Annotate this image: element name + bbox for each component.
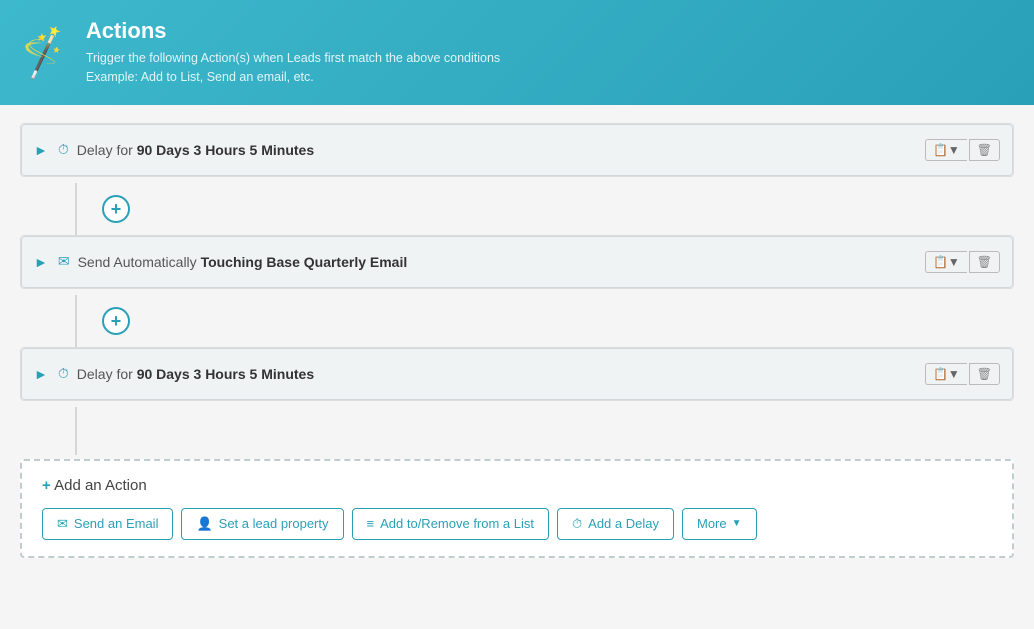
- delete-button-1[interactable]: 🗑: [969, 139, 1000, 161]
- header-description: Trigger the following Action(s) when Lea…: [86, 49, 500, 87]
- wand-icon: 🪄: [13, 22, 76, 83]
- row-actions-3: 📋▼ 🗑: [925, 363, 1000, 385]
- chevron-icon-3[interactable]: ►: [34, 366, 48, 382]
- list-btn-icon: ≡: [367, 516, 375, 531]
- row-actions-1: 📋▼ 🗑: [925, 139, 1000, 161]
- action-row-2: ► ✉ Send Automatically Touching Base Qua…: [21, 236, 1013, 288]
- person-btn-icon: 👤: [196, 516, 212, 532]
- add-action-title: + Add an Action: [42, 477, 992, 494]
- row-actions-2: 📋▼ 🗑: [925, 251, 1000, 273]
- copy-button-1[interactable]: 📋▼: [925, 139, 967, 161]
- action-block-1: ► ⏱ Delay for 90 Days 3 Hours 5 Minutes …: [20, 123, 1014, 177]
- add-delay-button[interactable]: ⏱ Add a Delay: [557, 508, 674, 540]
- more-dropdown-icon: ▼: [732, 518, 742, 529]
- chevron-icon-2[interactable]: ►: [34, 254, 48, 270]
- vertical-line: [20, 407, 1014, 455]
- plus-connector-2: +: [20, 295, 1014, 347]
- main-content: ► ⏱ Delay for 90 Days 3 Hours 5 Minutes …: [0, 105, 1034, 576]
- more-button[interactable]: More ▼: [682, 508, 757, 540]
- plus-connector-1: +: [20, 183, 1014, 235]
- email-icon-2: ✉: [58, 253, 70, 270]
- delete-button-3[interactable]: 🗑: [969, 363, 1000, 385]
- chevron-icon-1[interactable]: ►: [34, 142, 48, 158]
- action-text-3: Delay for 90 Days 3 Hours 5 Minutes: [77, 366, 925, 382]
- delay-btn-icon: ⏱: [572, 516, 582, 532]
- copy-button-3[interactable]: 📋▼: [925, 363, 967, 385]
- action-block-2: ► ✉ Send Automatically Touching Base Qua…: [20, 235, 1014, 289]
- add-step-button-2[interactable]: +: [102, 307, 130, 335]
- set-lead-property-button[interactable]: 👤 Set a lead property: [181, 508, 343, 540]
- email-btn-icon: ✉: [57, 516, 68, 532]
- action-row-1: ► ⏱ Delay for 90 Days 3 Hours 5 Minutes …: [21, 124, 1013, 176]
- header-title: Actions: [86, 18, 500, 44]
- action-text-1: Delay for 90 Days 3 Hours 5 Minutes: [77, 142, 925, 158]
- add-action-box: + Add an Action ✉ Send an Email 👤 Set a …: [20, 459, 1014, 558]
- send-email-button[interactable]: ✉ Send an Email: [42, 508, 173, 540]
- delete-button-2[interactable]: 🗑: [969, 251, 1000, 273]
- action-row-3: ► ⏱ Delay for 90 Days 3 Hours 5 Minutes …: [21, 348, 1013, 400]
- add-step-button-1[interactable]: +: [102, 195, 130, 223]
- actions-header: 🪄 Actions Trigger the following Action(s…: [0, 0, 1034, 105]
- delay-icon-3: ⏱: [58, 365, 69, 382]
- action-block-3: ► ⏱ Delay for 90 Days 3 Hours 5 Minutes …: [20, 347, 1014, 401]
- action-text-2: Send Automatically Touching Base Quarter…: [78, 254, 925, 270]
- delay-icon-1: ⏱: [58, 141, 69, 158]
- copy-button-2[interactable]: 📋▼: [925, 251, 967, 273]
- add-remove-list-button[interactable]: ≡ Add to/Remove from a List: [352, 508, 550, 540]
- action-buttons-container: ✉ Send an Email 👤 Set a lead property ≡ …: [42, 508, 992, 540]
- header-text: Actions Trigger the following Action(s) …: [86, 18, 500, 87]
